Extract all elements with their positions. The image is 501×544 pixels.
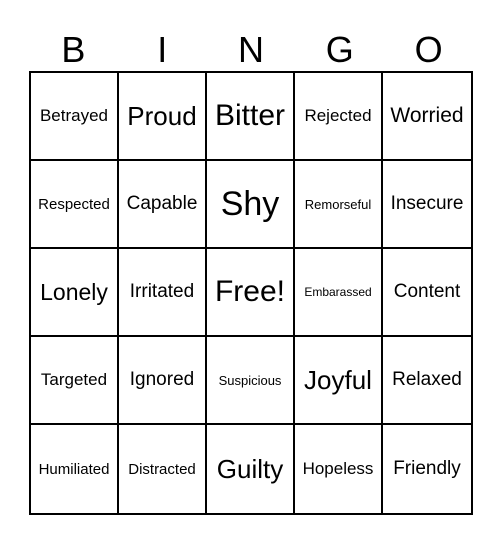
bingo-cell: Joyful xyxy=(295,337,383,425)
bingo-cell: Ignored xyxy=(119,337,207,425)
bingo-cell: Insecure xyxy=(383,161,471,249)
bingo-cell: Proud xyxy=(119,73,207,161)
bingo-cell: Hopeless xyxy=(295,425,383,513)
free-space: Free! xyxy=(207,249,295,337)
bingo-cell: Relaxed xyxy=(383,337,471,425)
header-letter-g: G xyxy=(325,29,354,70)
bingo-cell: Friendly xyxy=(393,458,461,479)
bingo-grid: Betrayed Proud Bitter Rejected Worried R… xyxy=(29,71,473,515)
header-letter-b: B xyxy=(61,29,86,70)
bingo-cell: Worried xyxy=(383,73,471,161)
bingo-cell: Content xyxy=(383,249,471,337)
header-letter-n: N xyxy=(237,29,264,70)
bingo-cell: Capable xyxy=(119,161,207,249)
bingo-cell: Embarassed xyxy=(295,249,383,337)
header-letter-i: I xyxy=(157,29,168,70)
bingo-cell: Betrayed xyxy=(31,73,119,161)
bingo-cell: Irritated xyxy=(119,249,207,337)
bingo-cell: Respected xyxy=(31,161,119,249)
bingo-cell: Guilty xyxy=(207,425,295,513)
bingo-cell: Bitter xyxy=(207,73,295,161)
bingo-cell: Rejected xyxy=(295,73,383,161)
bingo-cell: Suspicious xyxy=(207,337,295,425)
bingo-cell: Remorseful xyxy=(295,161,383,249)
bingo-cell: Distracted xyxy=(119,425,207,513)
bingo-cell: Targeted xyxy=(31,337,119,425)
bingo-cell: Humiliated xyxy=(31,425,119,513)
header-letter-o: O xyxy=(414,29,443,70)
bingo-cell: Lonely xyxy=(31,249,119,337)
bingo-header: B I N G O xyxy=(29,28,473,72)
bingo-cell: Shy xyxy=(207,161,295,249)
